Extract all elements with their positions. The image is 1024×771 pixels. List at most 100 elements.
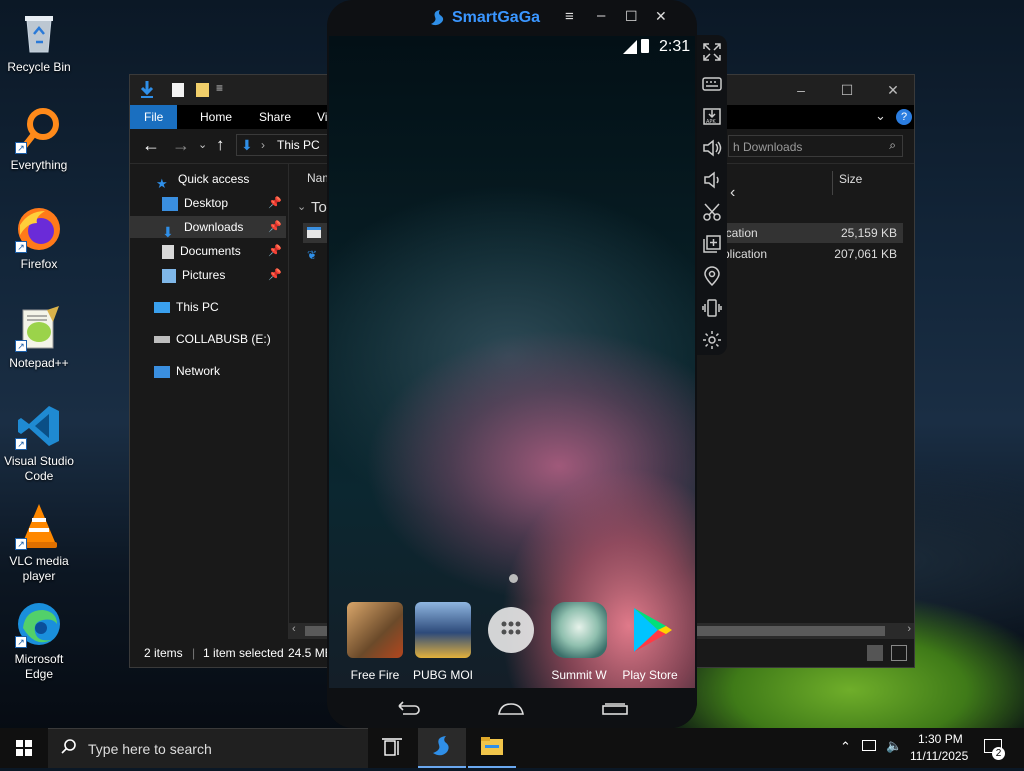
search-icon (60, 738, 78, 759)
maximize-button[interactable]: ☐ (625, 8, 638, 25)
taskbar-smartgaga-button[interactable] (418, 728, 466, 768)
details-view-icon[interactable] (867, 645, 883, 661)
pin-icon[interactable]: 📌 (268, 264, 282, 286)
clock-date[interactable]: 11/11/2025 (910, 749, 968, 763)
smartgaga-emulator-window[interactable]: SmartGaGa ≡ – ☐ ✕ 2:31 Free Fire PUBG MO… (327, 0, 697, 728)
recent-dropdown-icon[interactable]: ⌄ (198, 138, 207, 151)
quick-access-dropdown-icon[interactable]: ≡ (216, 81, 223, 95)
multi-instance-icon[interactable] (701, 233, 723, 255)
app-free-fire[interactable]: Free Fire (340, 602, 410, 682)
taskbar-file-explorer-button[interactable] (468, 728, 516, 768)
status-items: 2 items (144, 646, 183, 660)
sidebar-item-quick-access[interactable]: ★ Quick access (156, 168, 286, 191)
menu-icon[interactable]: ≡ (565, 8, 574, 25)
minimize-button[interactable]: – (597, 7, 605, 24)
app-label: PUBG MOI (412, 668, 473, 682)
start-button[interactable] (0, 728, 48, 768)
sidebar-item-this-pc[interactable]: This PC (154, 296, 286, 318)
properties-icon[interactable] (172, 83, 184, 97)
scroll-right-icon[interactable]: › (907, 623, 911, 635)
location-icon[interactable] (701, 265, 723, 287)
sidebar-item-desktop[interactable]: Desktop 📌 (162, 192, 286, 214)
notification-count-badge: 2 (992, 747, 1005, 760)
ribbon-expand-icon[interactable]: ⌄ (875, 108, 886, 124)
pin-icon[interactable]: 📌 (268, 240, 282, 262)
desktop-icon-recycle-bin[interactable]: Recycle Bin (2, 8, 76, 75)
status-divider: | (192, 646, 196, 660)
apk-install-icon[interactable]: APK (701, 105, 723, 127)
android-home-screen[interactable]: 2:31 Free Fire PUBG MOI Summit W Play St… (329, 36, 695, 688)
show-hidden-icons-chevron-icon[interactable]: ⌃ (840, 739, 851, 755)
up-arrow-icon[interactable]: ↑ (216, 135, 225, 155)
back-arrow-icon[interactable]: ← (142, 135, 160, 156)
volume-up-icon[interactable] (701, 137, 723, 159)
forward-arrow-icon[interactable]: → (172, 135, 190, 156)
scroll-left-icon[interactable]: ‹ (292, 623, 296, 635)
tab-file[interactable]: File (130, 105, 178, 129)
back-nav-icon[interactable] (395, 700, 421, 719)
keyboard-icon[interactable] (701, 73, 723, 95)
desktop-icon-firefox[interactable]: ↗ Firefox (2, 205, 76, 272)
fullscreen-icon[interactable] (701, 41, 723, 63)
network-disconnected-icon[interactable] (862, 740, 876, 751)
pubg-icon (415, 602, 471, 658)
home-nav-icon[interactable] (497, 702, 525, 719)
shake-icon[interactable] (701, 297, 723, 319)
sidebar-item-documents[interactable]: Documents 📌 (162, 240, 286, 262)
settings-icon[interactable] (701, 329, 723, 351)
large-icons-view-icon[interactable] (891, 645, 907, 661)
sidebar-item-network[interactable]: Network (154, 360, 286, 382)
app-title: SmartGaGa (452, 9, 541, 26)
recents-nav-icon[interactable] (601, 702, 629, 719)
desktop-icon-notepadpp[interactable]: ↗ Notepad++ (2, 304, 76, 371)
close-button[interactable]: ✕ (655, 8, 667, 25)
star-icon: ★ (156, 175, 168, 191)
column-header-size[interactable]: Size (832, 171, 862, 195)
volume-muted-icon[interactable]: 🔈 (886, 738, 902, 754)
group-collapse-icon[interactable]: ⌄ (297, 200, 306, 213)
search-field[interactable]: h Downloads ⌕ (728, 135, 903, 157)
desktop-folder-icon (162, 196, 178, 211)
task-view-button[interactable] (368, 728, 416, 768)
navigation-pane: ★ Quick access Desktop 📌 ⬇ Downloads 📌 Doc… (130, 163, 289, 639)
sidebar-item-usb[interactable]: COLLABUSB (E:) (154, 328, 286, 350)
desktop-icon-everything[interactable]: ↗ Everything (2, 106, 76, 173)
app-drawer-button[interactable] (476, 602, 546, 663)
sidebar-item-pictures[interactable]: Pictures 📌 (162, 264, 286, 286)
app-play-store[interactable]: Play Store (615, 602, 685, 682)
emulator-titlebar[interactable]: SmartGaGa ≡ – ☐ ✕ (327, 0, 697, 36)
search-placeholder: Type here to search (88, 741, 212, 757)
status-size: 24.5 MB (288, 646, 333, 660)
shortcut-arrow-icon: ↗ (15, 340, 27, 352)
desktop-icon-label: Microsoft Edge (14, 652, 64, 681)
app-summit[interactable]: Summit W (544, 602, 614, 682)
app-pubg[interactable]: PUBG MOI (408, 602, 478, 682)
tab-share[interactable]: Share (245, 105, 305, 129)
close-button[interactable]: ✕ (870, 75, 916, 105)
firefox-icon: ↗ (15, 205, 63, 253)
minimize-button[interactable]: – (778, 75, 824, 105)
desktop-icon-vlc[interactable]: ↗ VLC media player (2, 502, 76, 584)
pin-icon[interactable]: 📌 (268, 216, 282, 238)
svg-text:APK: APK (706, 119, 716, 125)
help-icon[interactable]: ? (896, 109, 912, 125)
smartgaga-logo-icon (427, 8, 447, 31)
taskbar-search-box[interactable]: Type here to search (48, 728, 368, 768)
maximize-button[interactable]: ☐ (824, 75, 870, 105)
desktop-icon-edge[interactable]: ↗ Microsoft Edge (2, 600, 76, 682)
sidebar-item-downloads[interactable]: ⬇ Downloads 📌 (130, 216, 286, 240)
clock-time[interactable]: 1:30 PM (918, 732, 963, 746)
breadcrumb-this-pc[interactable]: This PC (277, 138, 320, 152)
collapse-toolbar-icon[interactable]: ‹ (730, 184, 735, 202)
screenshot-scissors-icon[interactable] (701, 201, 723, 223)
tab-home[interactable]: Home (186, 105, 246, 129)
volume-down-icon[interactable] (701, 169, 723, 191)
desktop-icon-vscode[interactable]: ↗ Visual Studio Code (2, 402, 76, 484)
desktop-icon-label: Everything (10, 158, 68, 172)
computer-icon (154, 302, 170, 314)
address-bar[interactable]: ⬇ › This PC (236, 134, 336, 156)
new-folder-icon[interactable] (196, 83, 209, 97)
vscode-icon: ↗ (15, 402, 63, 450)
pin-icon[interactable]: 📌 (268, 192, 282, 214)
signal-icon (623, 40, 637, 57)
